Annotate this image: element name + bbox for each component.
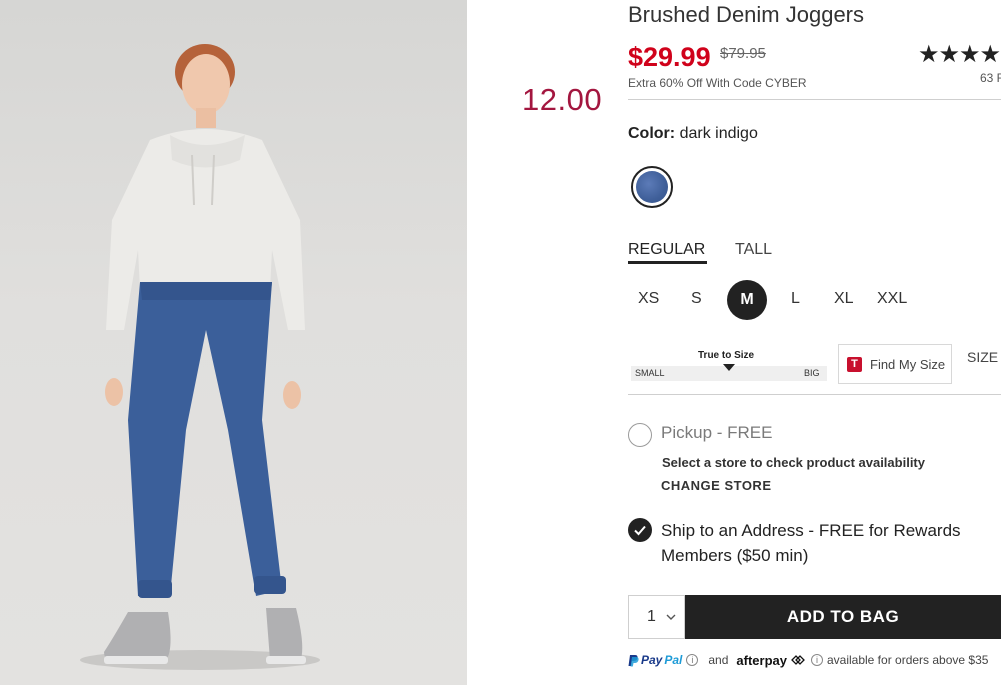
pickup-label[interactable]: Pickup - FREE (661, 423, 772, 443)
and-text: and (708, 653, 729, 667)
color-value: dark indigo (679, 125, 758, 142)
size-chart-link[interactable]: SIZE (967, 349, 998, 365)
info-icon[interactable]: i (686, 654, 699, 666)
color-swatch-dark-indigo[interactable] (631, 166, 673, 208)
sale-price: $29.99 (628, 42, 711, 72)
review-count-link[interactable]: 63 R (980, 71, 1001, 85)
tab-active-underline (628, 261, 707, 264)
afterpay-arrows-icon (791, 655, 805, 665)
divider (628, 394, 1001, 395)
true-fit-logo-icon: T (847, 356, 862, 372)
info-icon[interactable]: i (810, 654, 823, 666)
tts-big-label: BIG (804, 368, 820, 378)
promo-code-text: Extra 60% Off With Code CYBER (628, 76, 807, 90)
store-availability-note: Select a store to check product availabi… (662, 455, 925, 470)
product-image (0, 0, 467, 685)
promo-price-overlay: 12.00 (522, 82, 603, 117)
paypal-text-b: Pal (664, 653, 683, 667)
paypal-icon (628, 654, 639, 666)
chevron-down-icon (666, 614, 676, 620)
swatch-fill (636, 171, 668, 203)
ship-radio-checked[interactable] (628, 518, 652, 542)
quantity-select[interactable]: 1 (628, 595, 685, 639)
tab-regular[interactable]: REGULAR (628, 241, 705, 259)
tab-tall[interactable]: TALL (735, 241, 772, 259)
model-photo (80, 44, 320, 670)
true-to-size-label: True to Size (698, 350, 755, 361)
payment-options-row: Pay Pal i and afterpay i available for or… (628, 651, 1001, 669)
color-label-row: Color: dark indigo (628, 125, 758, 143)
change-store-link[interactable]: CHANGE STORE (661, 478, 772, 493)
afterpay-note: available for orders above $35 (826, 653, 989, 667)
find-my-size-button[interactable]: T Find My Size (838, 344, 952, 384)
tts-small-label: SMALL (635, 368, 665, 378)
product-title: Brushed Denim Joggers (628, 2, 865, 27)
checkmark-icon (634, 525, 646, 536)
size-option-m-selected[interactable]: M (727, 280, 767, 320)
true-to-size-pointer-icon (723, 364, 735, 371)
afterpay-logo[interactable]: afterpay (736, 653, 787, 668)
divider (628, 99, 1001, 100)
ship-to-address-label[interactable]: Ship to an Address - FREE for Rewards Me… (661, 518, 991, 568)
size-option-xs[interactable]: XS (638, 290, 659, 308)
original-price: $79.95 (720, 45, 766, 62)
paypal-logo[interactable]: Pay Pal (628, 653, 682, 667)
pickup-radio[interactable] (628, 423, 652, 447)
paypal-text-a: Pay (641, 653, 663, 667)
add-to-bag-button[interactable]: ADD TO BAG (685, 595, 1001, 639)
rating-stars-icon[interactable]: ★★★★ (918, 40, 1001, 69)
find-my-size-label: Find My Size (870, 356, 946, 372)
size-option-l[interactable]: L (791, 290, 800, 308)
quantity-value: 1 (647, 608, 656, 625)
size-option-xxl[interactable]: XXL (877, 290, 907, 308)
color-label: Color: (628, 125, 676, 142)
size-option-xl[interactable]: XL (834, 290, 854, 308)
size-option-s[interactable]: S (691, 290, 702, 308)
